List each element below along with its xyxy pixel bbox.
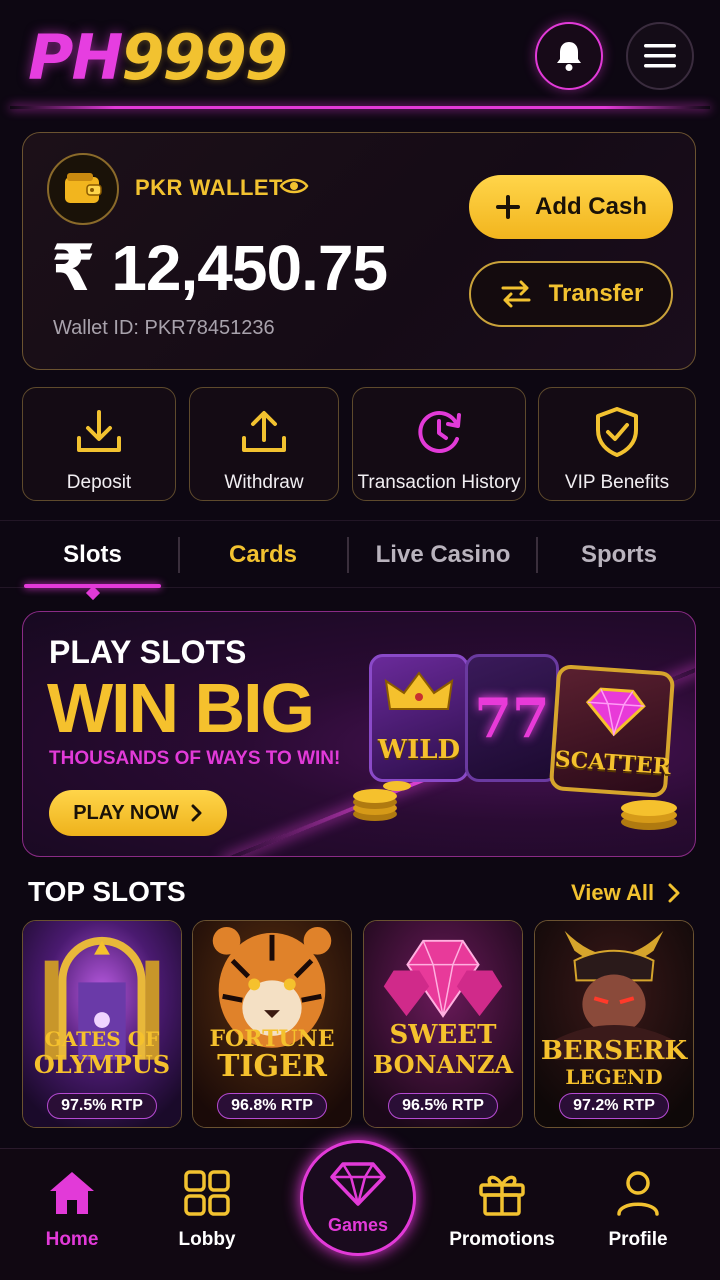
game-card-fortune-tiger[interactable]: FORTUNE TIGER 96.8% RTP xyxy=(192,920,352,1128)
currency-symbol: ₹ xyxy=(51,232,96,304)
logo-ph: PH xyxy=(28,21,123,94)
vip-benefits-button[interactable]: VIP Benefits xyxy=(538,387,696,501)
tab-slots[interactable]: Slots xyxy=(24,541,161,569)
play-now-label: PLAY NOW xyxy=(73,801,179,824)
transfer-arrows-icon xyxy=(501,280,531,308)
rtp-badge: 97.5% RTP xyxy=(47,1093,157,1119)
nav-home-label: Home xyxy=(45,1229,99,1250)
game-title-line2: BONANZA xyxy=(372,1050,514,1079)
transaction-history-button[interactable]: Transaction History xyxy=(352,387,526,501)
brand-logo[interactable]: PH9999 xyxy=(28,18,288,98)
tab-divider xyxy=(536,537,538,573)
user-icon xyxy=(617,1171,659,1216)
gift-icon xyxy=(479,1175,525,1216)
game-title-line2: OLYMPUS xyxy=(33,1050,171,1079)
active-tab-pointer xyxy=(85,585,101,601)
transfer-button[interactable]: Transfer xyxy=(469,261,673,327)
rtp-badge: 96.5% RTP xyxy=(388,1093,498,1119)
banner-headline: WIN BIG xyxy=(47,669,315,747)
nav-promotions-label: Promotions xyxy=(449,1229,555,1250)
tab-live-casino[interactable]: Live Casino xyxy=(358,541,528,569)
nav-lobby-label: Lobby xyxy=(178,1229,236,1250)
game-title-line2: TIGER xyxy=(217,1049,327,1084)
vip-benefits-label: VIP Benefits xyxy=(564,472,670,493)
tab-divider xyxy=(347,537,349,573)
game-title-line1: GATES OF xyxy=(44,1027,160,1051)
banner-subtitle: THOUSANDS OF WAYS TO WIN! xyxy=(49,748,341,769)
tab-sports[interactable]: Sports xyxy=(546,541,692,569)
balance-amount: 12,450.75 xyxy=(111,232,388,304)
game-card-berserk-legend[interactable]: BERSERK LEGEND 97.2% RTP xyxy=(534,920,694,1128)
game-title-line1: BERSERK xyxy=(540,1036,688,1066)
wild-label: WILD xyxy=(377,735,461,765)
rtp-badge: 97.2% RTP xyxy=(559,1093,669,1119)
coin-stack-icon xyxy=(353,781,411,821)
notifications-button[interactable] xyxy=(535,22,603,90)
play-now-button[interactable]: PLAY NOW xyxy=(49,790,227,836)
add-cash-button[interactable]: Add Cash xyxy=(469,175,673,239)
view-all-label: View All xyxy=(571,880,655,905)
gem-icon xyxy=(585,687,646,738)
withdraw-button[interactable]: Withdraw xyxy=(189,387,339,501)
category-tabs: Slots Cards Live Casino Sports xyxy=(0,520,720,601)
diamond-icon xyxy=(330,1161,386,1206)
game-card-sweet-bonanza[interactable]: SWEET BONANZA 96.5% RTP xyxy=(363,920,523,1128)
seven-symbol: 77 xyxy=(474,686,550,750)
banner-line1: PLAY SLOTS xyxy=(49,634,247,670)
withdraw-label: Withdraw xyxy=(224,472,304,493)
game-card-gates-of-olympus[interactable]: GATES OF OLYMPUS 97.5% RTP xyxy=(22,920,182,1128)
coin-stack-icon xyxy=(621,800,677,830)
rtp-badge: 96.8% RTP xyxy=(217,1093,327,1119)
game-title-line1: SWEET xyxy=(389,1020,497,1050)
header-divider xyxy=(10,106,710,109)
download-icon xyxy=(77,410,121,452)
plus-icon xyxy=(495,195,520,219)
add-cash-label: Add Cash xyxy=(534,193,647,220)
promo-banner[interactable]: PLAY SLOTS WIN BIG THOUSANDS OF WAYS TO … xyxy=(22,611,696,857)
app-header: PH9999 xyxy=(0,0,720,110)
nav-lobby[interactable]: Lobby xyxy=(147,1169,267,1251)
menu-icon xyxy=(644,44,676,68)
top-slots-title: TOP SLOTS xyxy=(28,876,186,907)
nav-games-label: Games xyxy=(327,1214,389,1235)
deposit-button[interactable]: Deposit xyxy=(22,387,176,501)
grid-icon xyxy=(184,1170,230,1216)
logo-number: 9999 xyxy=(121,21,288,94)
chevron-right-icon xyxy=(668,883,680,903)
wallet-icon-badge xyxy=(47,153,119,225)
seven-reel: 77 xyxy=(465,654,559,782)
chevron-right-icon xyxy=(191,804,202,822)
wallet-id: Wallet ID: PKR78451236 xyxy=(53,317,275,339)
eye-icon[interactable] xyxy=(279,175,309,197)
view-all-link[interactable]: View All xyxy=(571,880,680,906)
nav-promotions[interactable]: Promotions xyxy=(442,1169,562,1251)
shield-check-icon xyxy=(596,407,638,457)
transfer-label: Transfer xyxy=(548,280,644,307)
nav-games[interactable]: Games xyxy=(300,1140,416,1256)
wallet-card: PKR WALLET ₹ 12,450.75 Wallet ID: PKR784… xyxy=(22,132,696,370)
tab-cards[interactable]: Cards xyxy=(190,541,336,569)
wallet-label: PKR WALLET xyxy=(135,175,283,200)
scatter-reel: SCATTER xyxy=(548,664,676,798)
nav-profile-label: Profile xyxy=(608,1229,668,1250)
wallet-icon xyxy=(65,173,102,203)
crown-icon xyxy=(384,671,454,710)
wallet-balance: ₹ 12,450.75 xyxy=(51,231,388,306)
upload-icon xyxy=(242,411,286,452)
nav-profile[interactable]: Profile xyxy=(578,1169,698,1251)
tab-divider xyxy=(178,537,180,573)
scatter-label: SCATTER xyxy=(553,746,672,781)
transaction-history-label: Transaction History xyxy=(357,472,521,493)
menu-button[interactable] xyxy=(626,22,694,90)
home-icon xyxy=(50,1172,94,1214)
deposit-label: Deposit xyxy=(66,472,132,493)
nav-home[interactable]: Home xyxy=(12,1169,132,1251)
history-icon xyxy=(418,411,461,453)
bell-icon xyxy=(557,42,581,71)
game-title-line2: LEGEND xyxy=(565,1065,663,1089)
